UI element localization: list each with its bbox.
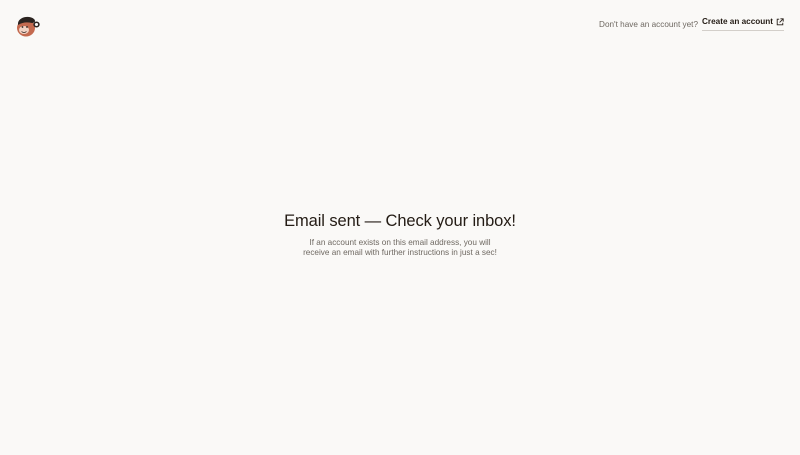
logo-icon[interactable] [15, 14, 41, 38]
external-link-icon [776, 17, 784, 26]
signup-prompt: Don't have an account yet? Create an acc… [599, 17, 784, 31]
confirmation-panel: Email sent — Check your inbox! If an acc… [0, 212, 800, 257]
no-account-text: Don't have an account yet? [599, 19, 699, 29]
create-account-label: Create an account [702, 17, 773, 26]
confirmation-message: If an account exists on this email addre… [303, 238, 497, 257]
page: Don't have an account yet? Create an acc… [0, 0, 800, 455]
create-account-link[interactable]: Create an account [702, 17, 784, 31]
page-title: Email sent — Check your inbox! [284, 212, 516, 230]
